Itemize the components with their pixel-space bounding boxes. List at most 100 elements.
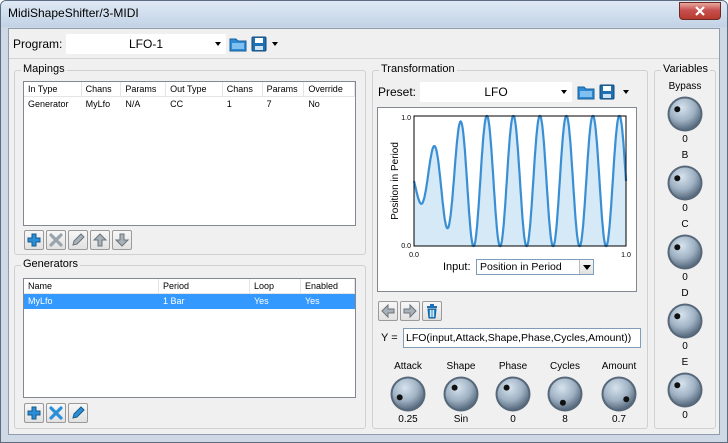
add-mapping-button[interactable] — [24, 230, 44, 250]
variable-knob-dial[interactable] — [666, 95, 704, 133]
title-bar[interactable]: MidiShapeShifter/3-MIDI — [1, 1, 727, 27]
floppy-disk-icon — [599, 84, 615, 100]
table-cell: N/A — [125, 99, 141, 109]
generators-col-loop[interactable]: Loop — [250, 279, 301, 293]
variable-value: 0 — [682, 203, 688, 214]
trash-icon — [427, 304, 437, 319]
mappings-col-in-params[interactable]: Params — [121, 82, 167, 96]
table-cell: 1 Bar — [163, 296, 185, 306]
variable-value: 0 — [682, 134, 688, 145]
variable-e: E0 — [659, 357, 711, 422]
mappings-col-in-type[interactable]: In Type — [24, 82, 82, 96]
knob-dial[interactable] — [546, 375, 584, 413]
formula-input[interactable]: LFO(input,Attack,Shape,Phase,Cycles,Amou… — [403, 328, 641, 348]
table-cell: No — [308, 99, 320, 109]
preset-select[interactable]: LFO — [420, 82, 572, 102]
variable-value: 0 — [682, 341, 688, 352]
chevron-down-icon — [583, 265, 591, 270]
knob-amount: Amount 0.7 — [593, 361, 645, 426]
mappings-col-out-params[interactable]: Params — [263, 82, 305, 96]
delete-generator-button[interactable] — [46, 403, 66, 423]
mappings-col-out-chans[interactable]: Chans — [223, 82, 263, 96]
program-save-menu-icon[interactable] — [272, 42, 278, 46]
knob-value: Sin — [453, 414, 469, 425]
input-select-dropdown-button[interactable] — [579, 260, 593, 274]
variables-group: Variables Bypass 0 B 0 C 0 D 0 E 0 — [654, 63, 716, 429]
client-area: Program: LFO-1 Mapings In Type Chans Par… — [8, 28, 720, 435]
generators-col-name[interactable]: Name — [24, 279, 159, 293]
mappings-col-in-chans[interactable]: Chans — [82, 82, 122, 96]
program-label: Program: — [13, 37, 63, 51]
knob-label: Shape — [446, 361, 476, 372]
plus-icon — [27, 233, 41, 247]
preset-save-button[interactable] — [598, 83, 616, 101]
program-open-button[interactable] — [229, 35, 247, 53]
knob-dial[interactable] — [389, 375, 427, 413]
undo-button[interactable] — [378, 301, 398, 321]
table-cell: MyLfo — [28, 296, 53, 306]
transformation-group: Transformation Preset: LFO Position in P… — [372, 63, 648, 429]
variable-label: Bypass — [668, 81, 702, 92]
generators-table[interactable]: Name Period Loop Enabled MyLfo 1 Bar Yes… — [23, 278, 356, 398]
chart-y-tick-label: 1.0 — [401, 115, 411, 122]
variable-knob-dial[interactable] — [666, 371, 704, 409]
mappings-table[interactable]: In Type Chans Params Out Type Chans Para… — [23, 81, 356, 226]
edit-mapping-button[interactable] — [68, 230, 88, 250]
delete-mapping-button[interactable] — [46, 230, 66, 250]
knob-dial[interactable] — [442, 375, 480, 413]
variable-knob-dial[interactable] — [666, 302, 704, 340]
table-cell: MyLfo — [85, 99, 111, 109]
generators-col-period[interactable]: Period — [159, 279, 250, 293]
transfer-chart[interactable]: Position in Period 1.0 0.0 0.0 1.0 Input… — [377, 107, 637, 292]
preset-save-menu-icon[interactable] — [623, 90, 629, 94]
chart-y-axis-label: Position in Period — [390, 142, 401, 220]
table-cell: Yes — [254, 296, 269, 306]
input-select-value: Position in Period — [480, 261, 562, 273]
close-icon — [695, 6, 705, 16]
variable-label: C — [681, 219, 689, 230]
knob-cycles: Cycles 8 — [539, 361, 591, 426]
plus-icon — [27, 406, 41, 420]
add-generator-button[interactable] — [24, 403, 44, 423]
variable-knob-dial[interactable] — [666, 233, 704, 271]
generators-col-enabled[interactable]: Enabled — [301, 279, 355, 293]
move-mapping-up-button[interactable] — [90, 230, 110, 250]
table-cell: Yes — [305, 296, 320, 306]
knob-attack: Attack 0.25 — [382, 361, 434, 426]
mappings-col-override[interactable]: Override — [304, 82, 355, 96]
formula-value: LFO(input,Attack,Shape,Phase,Cycles,Amou… — [406, 332, 632, 344]
delete-transform-button[interactable] — [422, 301, 442, 321]
preset-open-button[interactable] — [577, 83, 595, 101]
knob-dial[interactable] — [600, 375, 638, 413]
mappings-header-row: In Type Chans Params Out Type Chans Para… — [24, 82, 355, 97]
generators-group: Generators Name Period Loop Enabled MyLf… — [14, 258, 366, 429]
variable-label: D — [681, 288, 689, 299]
folder-open-icon — [577, 86, 595, 100]
table-cell: 7 — [266, 99, 272, 109]
chart-x-tick-label: 1.0 — [621, 252, 631, 259]
table-row[interactable]: Generator MyLfo N/A CC 1 7 No — [24, 97, 355, 112]
move-mapping-down-button[interactable] — [112, 230, 132, 250]
chart-x-tick-label: 0.0 — [409, 252, 419, 259]
redo-button[interactable] — [400, 301, 420, 321]
knob-dial[interactable] — [494, 375, 532, 413]
variable-value: 0 — [682, 410, 688, 421]
program-save-button[interactable] — [250, 35, 268, 53]
chart-y-tick-label: 0.0 — [401, 243, 411, 250]
edit-generator-button[interactable] — [68, 403, 88, 423]
input-select[interactable]: Position in Period — [476, 259, 594, 275]
close-button[interactable] — [679, 2, 721, 20]
pencil-icon — [72, 406, 85, 419]
program-select[interactable]: LFO-1 — [66, 34, 226, 54]
knob-label: Cycles — [549, 361, 580, 372]
table-row[interactable]: MyLfo 1 Bar Yes Yes — [24, 294, 355, 309]
mappings-col-out-type[interactable]: Out Type — [166, 82, 223, 96]
preset-select-value: LFO — [484, 85, 508, 99]
variable-c: C0 — [659, 219, 711, 284]
variables-title: Variables — [661, 63, 711, 75]
variable-knob-dial[interactable] — [666, 164, 704, 202]
variable-bypass: Bypass 0 — [659, 81, 711, 146]
knob-label: Phase — [498, 361, 528, 372]
knob-value: 0 — [510, 414, 516, 425]
knob-label: Attack — [394, 361, 422, 372]
